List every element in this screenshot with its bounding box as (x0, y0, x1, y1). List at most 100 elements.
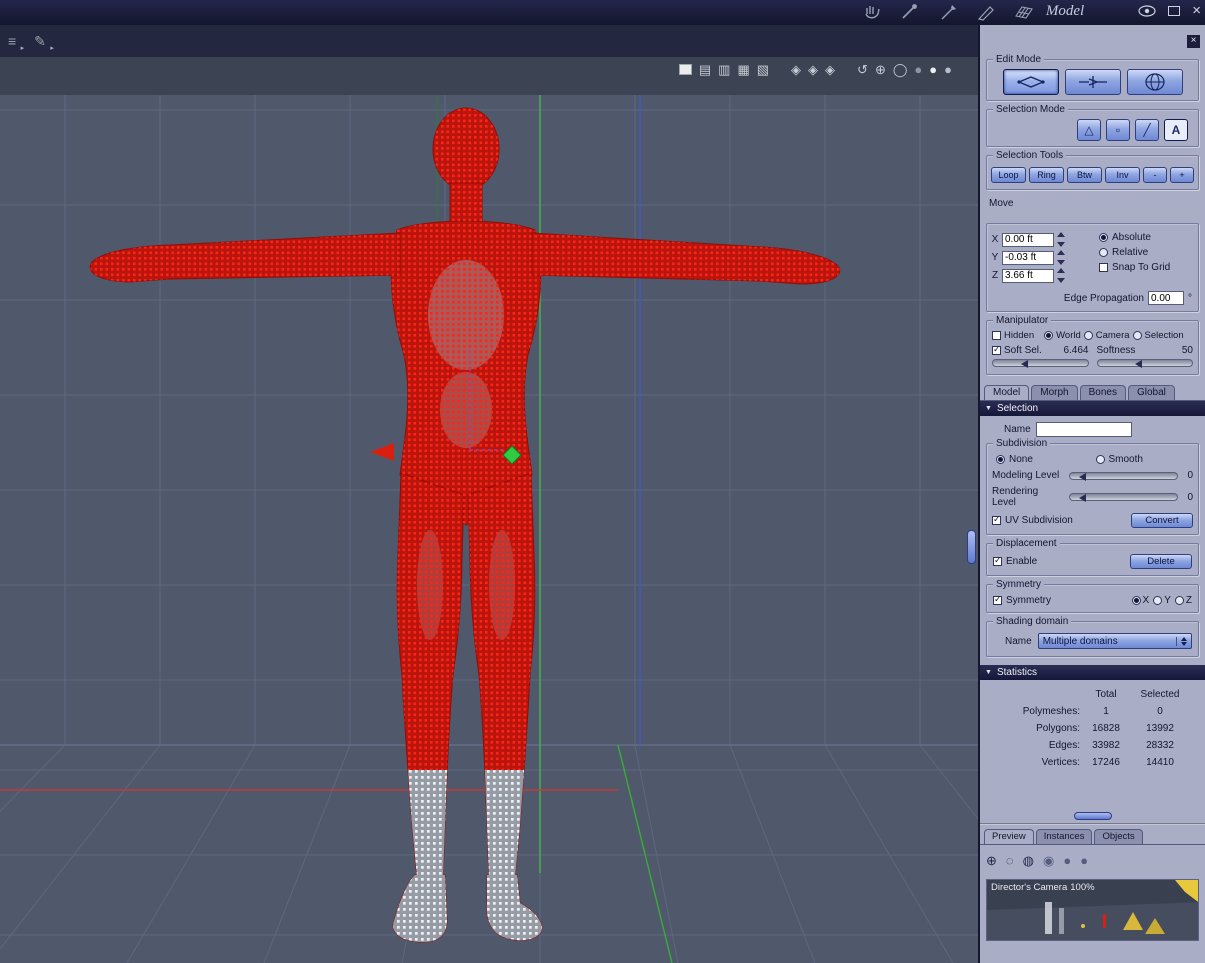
select-face-button[interactable]: △ (1077, 119, 1101, 141)
camera-radio[interactable] (1083, 331, 1093, 340)
edit-mode-sphere-button[interactable] (1126, 69, 1183, 95)
edit-mode-label: Edit Mode (993, 54, 1045, 65)
edit-mode-extrude-button[interactable] (1064, 69, 1121, 95)
scene-canvas[interactable] (0, 25, 978, 963)
display-split-3-icon[interactable]: ▥ (718, 63, 730, 76)
maximize-icon[interactable] (1168, 6, 1181, 16)
knife-tool-icon[interactable] (975, 2, 997, 22)
invert-button[interactable]: Inv (1105, 167, 1140, 183)
symmetry-checkbox[interactable] (993, 594, 1002, 605)
y-stepper[interactable] (1057, 250, 1067, 265)
select-edge-button[interactable]: ▫ (1106, 119, 1130, 141)
tab-morph[interactable]: Morph (1031, 385, 1078, 400)
tab-bones[interactable]: Bones (1079, 385, 1126, 400)
shading-domain-label: Shading domain (993, 616, 1072, 627)
expand-arrow-icon[interactable]: ▸ (50, 44, 54, 52)
symmetry-y-label: Y (1164, 595, 1171, 606)
modeling-level-slider[interactable] (1069, 471, 1178, 481)
y-axis-label: Y (991, 252, 999, 263)
brush-tool-icon[interactable] (899, 2, 921, 22)
tab-global[interactable]: Global (1127, 385, 1175, 400)
display-single-icon[interactable] (678, 64, 692, 75)
snap-to-grid-checkbox[interactable] (1099, 263, 1108, 272)
loop-button[interactable]: Loop (991, 167, 1026, 183)
shade-facet-3-icon[interactable]: ◈ (825, 63, 835, 76)
shaded-sphere-icon[interactable]: ● (944, 63, 952, 76)
tab-model[interactable]: Model (984, 385, 1030, 400)
dark-sphere-icon[interactable]: ● (1080, 853, 1088, 869)
absolute-radio[interactable] (1099, 233, 1108, 242)
tab-instances[interactable]: Instances (1035, 829, 1093, 844)
shading-domain-dropdown[interactable]: Multiple domains (1037, 633, 1192, 649)
expand-arrow-icon[interactable]: ▸ (21, 44, 25, 52)
gray-sphere-icon[interactable]: ● (1063, 853, 1071, 869)
wire-sphere-icon[interactable]: ◯ (893, 63, 908, 76)
select-all-button[interactable]: A (1164, 119, 1188, 141)
pen-tool-icon[interactable]: ✎ ▸ (34, 33, 54, 52)
softness-label: Softness (1096, 345, 1136, 356)
x-stepper[interactable] (1057, 232, 1067, 247)
rendering-level-slider[interactable] (1069, 493, 1178, 502)
close-icon[interactable]: × (1192, 3, 1201, 18)
grow-selection-button[interactable]: + (1170, 167, 1194, 183)
relative-radio[interactable] (1099, 248, 1108, 257)
scene-preview[interactable]: Director's Camera 100% (986, 879, 1199, 941)
hand-tool-icon[interactable] (861, 2, 883, 22)
z-coordinate-input[interactable] (1002, 268, 1054, 283)
selection-section-header[interactable]: Selection (980, 401, 1205, 416)
panel-close-button[interactable]: × (1187, 35, 1200, 48)
subdivision-none-radio[interactable] (996, 455, 1005, 464)
dotted-sphere-icon[interactable]: ◌ (1006, 853, 1014, 869)
pen-tool-icon[interactable] (937, 2, 959, 22)
subdivision-smooth-radio[interactable] (1095, 455, 1105, 464)
splitter-handle[interactable] (1073, 812, 1112, 820)
soft-selection-checkbox[interactable] (992, 344, 1001, 355)
orbit-icon[interactable]: ↺ (857, 63, 868, 76)
shade-facet-2-icon[interactable]: ◈ (808, 63, 818, 76)
edge-propagation-input[interactable] (1148, 291, 1184, 305)
z-stepper[interactable] (1057, 268, 1067, 283)
shaded-sphere-icon[interactable]: ◉ (1043, 853, 1054, 869)
symmetry-z-label: Z (1185, 595, 1192, 606)
displacement-enable-checkbox[interactable] (993, 555, 1002, 566)
world-radio[interactable] (1044, 331, 1054, 340)
selection-name-input[interactable] (1035, 422, 1132, 437)
hidden-checkbox[interactable] (992, 331, 1001, 340)
y-coordinate-input[interactable] (1002, 250, 1054, 265)
degree-symbol: ° (1188, 292, 1192, 304)
tab-objects[interactable]: Objects (1094, 829, 1143, 844)
tab-preview[interactable]: Preview (984, 829, 1034, 844)
select-line-button[interactable]: ╱ (1135, 119, 1159, 141)
camera-label: Camera (1095, 330, 1130, 341)
display-split-grid-icon[interactable]: ▧ (757, 63, 769, 76)
x-coordinate-input[interactable] (1002, 232, 1054, 247)
shade-facet-1-icon[interactable]: ◈ (791, 63, 801, 76)
edit-mode-vertex-button[interactable] (1002, 69, 1059, 95)
visibility-eye-icon[interactable] (1138, 5, 1156, 17)
delete-button[interactable]: Delete (1130, 554, 1192, 569)
plane-grid-tool-icon[interactable] (1013, 2, 1035, 22)
viewport-3d[interactable]: ≡ ▸ ✎ ▸ ▤ ▥ ▦ ▧ ◈ ◈ ◈ ↺ ⊕ ◯ ● ● ● (0, 25, 978, 963)
shrink-selection-button[interactable]: - (1143, 167, 1167, 183)
dotted-cross-icon[interactable]: ⊕ (875, 63, 886, 76)
symmetry-x-radio[interactable] (1131, 596, 1141, 605)
display-split-4-icon[interactable]: ▦ (737, 63, 749, 76)
target-icon[interactable]: ⊕ (986, 853, 997, 869)
statistics-section-header[interactable]: Statistics (980, 665, 1205, 680)
convert-button[interactable]: Convert (1131, 513, 1193, 528)
gray-sphere-icon[interactable]: ● (914, 63, 922, 76)
symmetry-y-radio[interactable] (1153, 596, 1163, 605)
ring-button[interactable]: Ring (1029, 167, 1064, 183)
soft-selection-slider[interactable] (992, 359, 1089, 368)
white-sphere-icon[interactable]: ● (929, 63, 937, 76)
between-button[interactable]: Btw (1067, 167, 1102, 183)
symmetry-z-radio[interactable] (1174, 596, 1184, 605)
wire-sphere-icon[interactable]: ◍ (1023, 853, 1034, 869)
selection-radio[interactable] (1132, 331, 1142, 340)
panel-splitter-handle[interactable] (967, 530, 976, 564)
mixer-tool-icon[interactable]: ≡ ▸ (8, 33, 24, 52)
display-split-2-icon[interactable]: ▤ (699, 63, 711, 76)
softness-slider[interactable] (1096, 359, 1193, 368)
uv-subdivision-checkbox[interactable] (992, 514, 1001, 525)
viewport-left-toolbar: ≡ ▸ ✎ ▸ (8, 33, 54, 52)
